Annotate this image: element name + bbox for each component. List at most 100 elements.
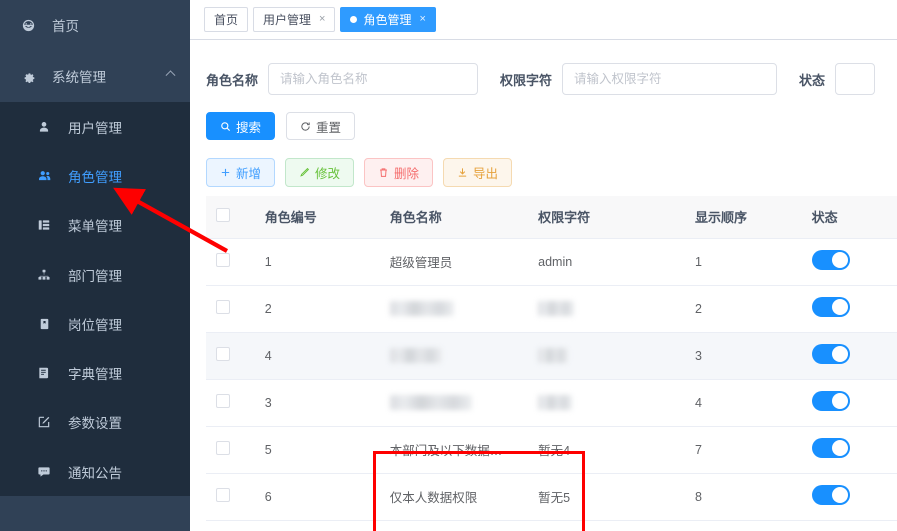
row-select-cell [206,379,255,427]
cell-perm-key: 暂无4 [528,426,685,474]
status-toggle[interactable] [811,391,850,411]
row-checkbox[interactable] [216,488,230,502]
perm-key-label: 权限字符 [500,72,553,88]
toolbar: 新增 修改 删除 导出 [190,148,897,196]
cell-role-id: 4 [254,332,380,380]
edit-square-icon [34,415,54,429]
cell-status [801,332,897,380]
status-toggle[interactable] [811,344,850,364]
sidebar-item-label: 角色管理 [68,169,122,185]
status-toggle[interactable] [811,297,850,317]
dashboard-icon [18,18,38,33]
sidebar-item-post-management[interactable]: 岗位管理 [0,299,190,348]
column-header-sort-order[interactable]: 显示顺序 [685,196,802,239]
redacted-text [538,395,573,411]
comment-icon [34,465,54,479]
select-all-checkbox[interactable] [216,208,230,223]
status-toggle[interactable] [811,438,850,458]
column-header-status[interactable]: 状态 [801,196,897,239]
gear-icon [18,69,38,84]
tab-home[interactable]: 首页 [204,7,249,32]
edit-button[interactable]: 修改 [285,157,355,187]
tab-role-management[interactable]: 角色管理 × [340,7,436,32]
cell-sort-order: 4 [685,379,802,427]
role-name-input[interactable] [268,63,479,95]
cell-role-name: 本部门及以下数据… [379,426,529,474]
pencil-icon [299,167,310,178]
close-icon[interactable]: × [319,14,325,25]
sidebar-item-home[interactable]: 首页 [0,0,190,50]
sidebar-item-department-management[interactable]: 部门管理 [0,250,190,299]
search-button[interactable]: 搜索 [206,112,276,140]
reset-button-label: 重置 [316,120,342,135]
toggle-knob [831,299,848,315]
row-checkbox[interactable] [216,300,230,314]
table-row[interactable]: 22 [206,285,897,333]
reset-button[interactable]: 重置 [286,112,356,140]
tab-user-management[interactable]: 用户管理 × [253,7,336,32]
toggle-knob [831,393,848,409]
sidebar-item-label: 系统管理 [52,70,106,85]
perm-key-input[interactable] [562,63,778,95]
row-checkbox[interactable] [216,441,230,455]
close-icon[interactable]: × [419,14,425,25]
sidebar-item-label: 用户管理 [68,120,122,136]
table-header-row: 角色编号 角色名称 权限字符 显示顺序 状态 [206,196,897,239]
table-row[interactable]: 1 超级管理员 admin 1 [206,238,897,286]
cell-sort-order: 1 [685,238,802,286]
delete-button-label: 删除 [394,166,420,181]
user-icon [34,120,54,134]
sidebar-item-role-management[interactable]: 角色管理 [0,151,190,200]
sidebar-item-system-management[interactable]: 系统管理 [0,50,190,102]
sidebar-item-notice[interactable]: 通知公告 [0,447,190,496]
cell-status [801,426,897,474]
sidebar-submenu-system: 用户管理 角色管理 菜单管理 部门管理 岗位管理 字典管理 参数设置 通知公告 [0,102,190,497]
trash-icon [378,167,389,178]
table-row[interactable]: 34 [206,379,897,427]
cell-sort-order: 8 [685,473,802,521]
redacted-text [389,395,472,411]
cell-role-id: 1 [254,238,380,286]
sidebar-item-label: 部门管理 [68,268,122,284]
search-icon [220,121,231,132]
download-icon [457,167,468,178]
sidebar-top-group: 首页 系统管理 [0,0,190,102]
sidebar-item-param-settings[interactable]: 参数设置 [0,398,190,447]
column-header-role-name[interactable]: 角色名称 [379,196,529,239]
cell-perm-key [528,332,685,380]
sidebar-item-menu-management[interactable]: 菜单管理 [0,201,190,250]
tab-label: 首页 [214,13,239,27]
cell-role-id: 2 [254,285,380,333]
tab-label: 用户管理 [263,13,312,27]
column-header-role-id[interactable]: 角色编号 [254,196,380,239]
table-row[interactable]: 6 仅本人数据权限 暂无5 8 [206,473,897,521]
sidebar-item-user-management[interactable]: 用户管理 [0,102,190,151]
table-row[interactable]: 5 本部门及以下数据… 暂无4 7 [206,426,897,474]
add-button[interactable]: 新增 [206,157,276,187]
redacted-text [389,348,442,364]
cell-role-name: 超级管理员 [379,238,529,286]
delete-button[interactable]: 删除 [364,157,434,187]
toggle-knob [831,346,848,362]
table-row[interactable]: 43 [206,332,897,380]
column-header-perm-key[interactable]: 权限字符 [528,196,685,239]
sidebar-item-dict-management[interactable]: 字典管理 [0,348,190,397]
cell-status [801,379,897,427]
cell-sort-order: 3 [685,332,802,380]
cell-role-id: 5 [254,426,380,474]
search-button-label: 搜索 [236,120,262,135]
status-select[interactable] [835,63,876,95]
status-toggle[interactable] [811,250,850,270]
refresh-icon [300,121,311,132]
cell-status [801,238,897,286]
toggle-knob [831,252,848,268]
export-button[interactable]: 导出 [443,157,513,187]
org-tree-icon [34,268,54,282]
cell-role-name: 仅本人数据权限 [379,473,529,521]
row-checkbox[interactable] [216,394,230,408]
row-checkbox[interactable] [216,347,230,361]
status-toggle[interactable] [811,485,850,505]
row-checkbox[interactable] [216,253,230,267]
sidebar: 首页 系统管理 用户管理 角色管理 菜单管理 部门管理 岗位管理 字典管理 参数… [0,0,190,531]
row-select-cell [206,285,255,333]
